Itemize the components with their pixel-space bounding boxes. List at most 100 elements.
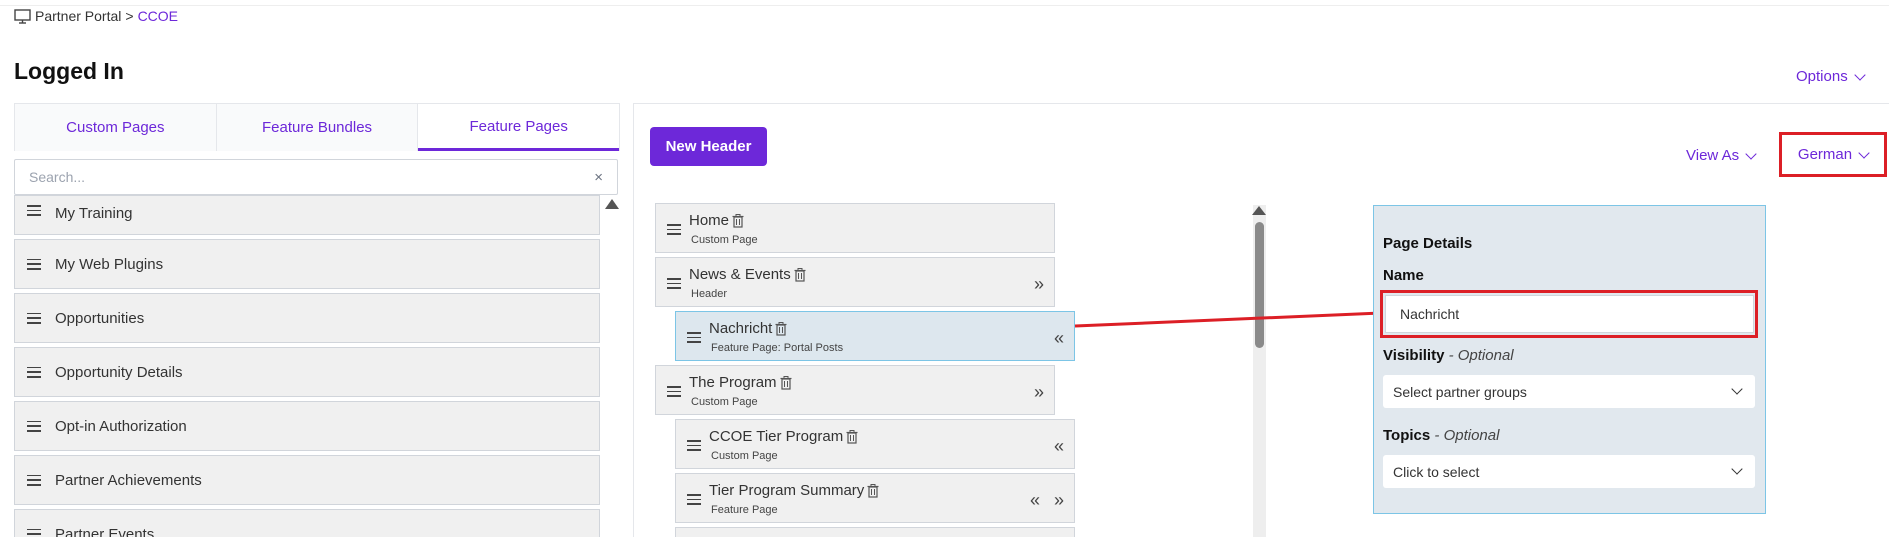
indent-left-icon[interactable]: «: [1054, 328, 1064, 349]
language-dropdown[interactable]: German: [1779, 132, 1887, 177]
list-item[interactable]: My Training: [14, 195, 600, 235]
tree-item-type: Custom Page: [711, 450, 778, 462]
drag-handle-icon[interactable]: [27, 258, 41, 270]
page-title: Logged In: [14, 58, 124, 84]
drag-handle-icon[interactable]: [27, 474, 41, 486]
tree-item-controls: « »: [1030, 490, 1064, 511]
tree-item-type: Feature Page: [711, 504, 778, 516]
page-library-panel: Custom Pages Feature Bundles Feature Pag…: [14, 103, 620, 537]
drag-handle-icon[interactable]: [667, 278, 681, 289]
list-item-label: Partner Achievements: [55, 471, 202, 489]
chevron-down-icon: [1731, 463, 1743, 475]
tree-item-name: News & Events: [689, 266, 806, 283]
trash-icon[interactable]: [794, 267, 806, 282]
breadcrumb-separator: >: [125, 8, 134, 24]
indent-right-icon[interactable]: »: [1034, 382, 1044, 403]
trash-icon[interactable]: [732, 213, 744, 228]
tree-item-ccoe-tier-program[interactable]: CCOE Tier Program Custom Page «: [675, 419, 1075, 469]
tree-item-controls: »: [1034, 382, 1044, 403]
list-item-label: Opportunity Details: [55, 363, 183, 381]
tree-item-controls: «: [1054, 436, 1064, 457]
options-label: Options: [1796, 68, 1848, 85]
breadcrumb-current[interactable]: CCOE: [138, 8, 178, 24]
name-input[interactable]: [1385, 295, 1754, 333]
visibility-placeholder: Select partner groups: [1393, 383, 1527, 400]
tree-item-controls: »: [1034, 274, 1044, 295]
drag-handle-icon[interactable]: [27, 312, 41, 324]
tree-item-controls: «: [1054, 328, 1064, 349]
list-item[interactable]: Opt-in Authorization: [14, 401, 600, 451]
tree-item-type: Header: [691, 288, 728, 300]
options-dropdown[interactable]: Options: [1796, 68, 1866, 85]
monitor-icon: [14, 8, 31, 24]
indent-left-icon[interactable]: «: [1030, 490, 1040, 511]
tree-item-type: Custom Page: [691, 396, 758, 408]
page-details-panel: Page Details Name Visibility - Optional …: [1373, 205, 1766, 514]
indent-right-icon[interactable]: »: [1054, 490, 1064, 511]
list-item[interactable]: Opportunities: [14, 293, 600, 343]
drag-handle-icon[interactable]: [687, 494, 701, 505]
tab-feature-bundles[interactable]: Feature Bundles: [217, 104, 419, 151]
drag-handle-icon[interactable]: [27, 205, 41, 216]
tree-item-type: Feature Page: Portal Posts: [711, 342, 844, 354]
drag-handle-icon[interactable]: [687, 440, 701, 451]
visibility-label: Visibility - Optional: [1383, 347, 1514, 364]
list-item[interactable]: Opportunity Details: [14, 347, 600, 397]
chevron-down-icon: [1731, 383, 1743, 395]
tree-item-news-events[interactable]: News & Events Header »: [655, 257, 1055, 307]
indent-left-icon[interactable]: «: [1054, 436, 1064, 457]
drag-handle-icon[interactable]: [27, 420, 41, 432]
topics-select[interactable]: Click to select: [1383, 455, 1755, 488]
tree-item-name: Nachricht: [709, 320, 787, 337]
top-bar: [0, 0, 1889, 6]
library-tabs: Custom Pages Feature Bundles Feature Pag…: [14, 103, 620, 151]
breadcrumb: Partner Portal > CCOE: [14, 8, 178, 24]
new-header-button[interactable]: New Header: [650, 127, 767, 166]
list-item[interactable]: Partner Achievements: [14, 455, 600, 505]
details-title: Page Details: [1383, 235, 1473, 252]
visibility-optional: - Optional: [1448, 347, 1514, 364]
drag-handle-icon[interactable]: [687, 332, 701, 343]
drag-handle-icon[interactable]: [27, 366, 41, 378]
list-item-label: Opt-in Authorization: [55, 417, 187, 435]
topics-label: Topics - Optional: [1383, 427, 1500, 444]
tree-scrollbar-thumb[interactable]: [1255, 222, 1264, 348]
chevron-down-icon: [1854, 68, 1866, 81]
list-item-label: Partner Events: [55, 525, 155, 537]
name-label: Name: [1383, 267, 1424, 284]
chevron-down-icon: [1858, 146, 1870, 159]
drag-handle-icon[interactable]: [667, 224, 681, 235]
list-item[interactable]: My Web Plugins: [14, 239, 600, 289]
tree-item-tier-program-summary[interactable]: Tier Program Summary Feature Page « »: [675, 473, 1075, 523]
trash-icon[interactable]: [780, 375, 792, 390]
tab-custom-pages[interactable]: Custom Pages: [15, 104, 217, 151]
clear-icon[interactable]: ×: [594, 169, 603, 186]
drag-handle-icon[interactable]: [667, 386, 681, 397]
tree-item-the-program[interactable]: The Program Custom Page »: [655, 365, 1055, 415]
name-field-highlight: [1380, 290, 1758, 338]
drag-handle-icon[interactable]: [27, 528, 41, 537]
tree-item-name: Tier Program Summary: [709, 482, 879, 499]
scroll-up-arrow-icon[interactable]: [605, 199, 619, 209]
view-as-dropdown[interactable]: View As: [1686, 147, 1757, 164]
search-input[interactable]: [29, 169, 595, 185]
visibility-select[interactable]: Select partner groups: [1383, 375, 1755, 408]
scroll-up-arrow-icon[interactable]: [1252, 206, 1266, 215]
trash-icon[interactable]: [846, 429, 858, 444]
tab-feature-pages[interactable]: Feature Pages: [418, 104, 620, 151]
tree-item-nachricht[interactable]: Nachricht Feature Page: Portal Posts «: [675, 311, 1075, 361]
language-label: German: [1797, 146, 1853, 163]
trash-icon[interactable]: [867, 483, 879, 498]
tree-item-home[interactable]: Home Custom Page: [655, 203, 1055, 253]
breadcrumb-root[interactable]: Partner Portal: [35, 8, 121, 24]
tree-item-type: Custom Page: [691, 234, 758, 246]
indent-right-icon[interactable]: »: [1034, 274, 1044, 295]
list-item[interactable]: Partner Events: [14, 509, 600, 537]
topics-optional: - Optional: [1434, 427, 1500, 444]
trash-icon[interactable]: [775, 321, 787, 336]
feature-page-list: My Training My Web Plugins Opportunities…: [14, 195, 600, 537]
tree-item-name: The Program: [689, 374, 792, 391]
chevron-down-icon: [1745, 147, 1757, 160]
tree-item-partial[interactable]: [675, 527, 1075, 537]
view-as-label: View As: [1686, 147, 1740, 164]
